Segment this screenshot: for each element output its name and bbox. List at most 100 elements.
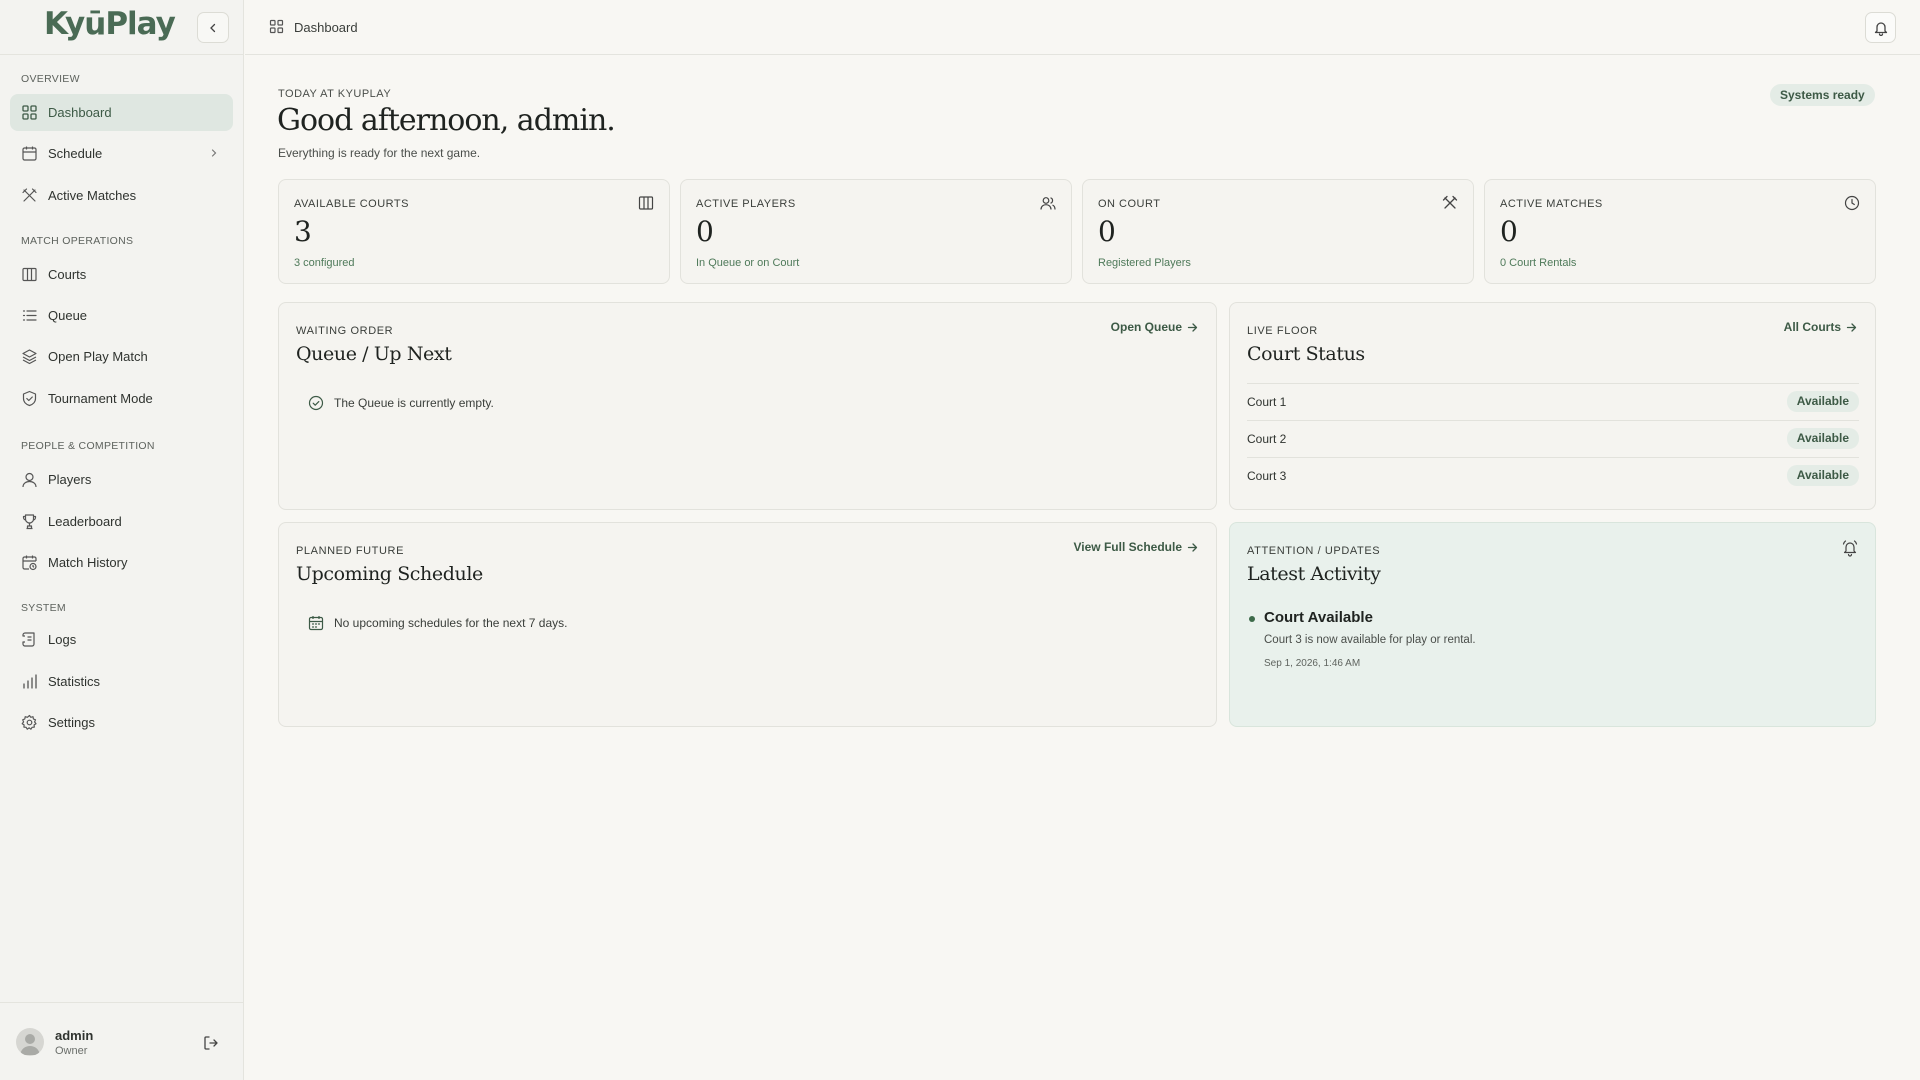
sidebar-item-active-matches[interactable]: Active Matches	[10, 177, 233, 214]
nav-section-overview: OVERVIEW	[21, 73, 80, 85]
sidebar-item-queue[interactable]: Queue	[10, 297, 233, 334]
sidebar-item-label: Logs	[48, 632, 77, 647]
collapse-sidebar-button[interactable]	[197, 12, 229, 43]
sidebar-item-label: Courts	[48, 267, 87, 282]
stat-label: AVAILABLE COURTS	[294, 198, 409, 210]
activity-dot	[1249, 616, 1255, 622]
page-eyebrow: TODAY AT KYUPLAY	[278, 88, 392, 100]
stat-card-available-courts: AVAILABLE COURTS 3 3 configured	[278, 179, 670, 284]
open-queue-link[interactable]: Open Queue	[1111, 320, 1198, 334]
dashboard-grid-icon	[22, 105, 37, 120]
court-status-badge: Available	[1786, 465, 1859, 486]
sidebar-item-label: Active Matches	[48, 188, 137, 203]
sidebar-item-label: Match History	[48, 555, 128, 570]
nav-section-match-operations: MATCH OPERATIONS	[21, 235, 134, 247]
sidebar-item-dashboard[interactable]: Dashboard	[10, 94, 233, 131]
stat-value: 0	[1098, 215, 1116, 248]
sidebar-item-statistics[interactable]: Statistics	[10, 663, 233, 700]
chevron-left-icon	[210, 23, 216, 32]
notifications-button[interactable]	[1865, 12, 1896, 43]
panel-title: Latest Activity	[1247, 563, 1381, 585]
queue-panel: WAITING ORDER Queue / Up Next Open Queue…	[278, 302, 1217, 510]
empty-message: The Queue is currently empty.	[334, 396, 494, 410]
all-courts-link[interactable]: All Courts	[1784, 320, 1857, 334]
stat-subtext: 0 Court Rentals	[1500, 257, 1577, 269]
breadcrumb[interactable]: Dashboard	[294, 20, 358, 35]
sidebar-item-logs[interactable]: Logs	[10, 621, 233, 658]
arrow-right-icon	[1187, 322, 1198, 332]
stat-subtext: Registered Players	[1098, 257, 1191, 269]
chevron-right-icon	[211, 149, 217, 157]
sidebar-item-open-play-match[interactable]: Open Play Match	[10, 338, 233, 375]
activity-title: Court Available	[1264, 609, 1373, 626]
court-columns-icon	[638, 196, 654, 210]
clock-icon	[1844, 195, 1860, 211]
bar-chart-icon	[23, 674, 37, 689]
users-icon	[1040, 197, 1056, 210]
user-avatar-icon	[20, 1034, 40, 1055]
nav-section-system: SYSTEM	[21, 602, 66, 614]
sidebar-item-schedule[interactable]: Schedule	[10, 135, 233, 172]
court-row[interactable]: Court 1 Available	[1247, 383, 1859, 420]
court-status-panel: LIVE FLOOR Court Status All Courts Court…	[1229, 302, 1876, 510]
topbar: Dashboard	[245, 0, 1920, 55]
trophy-icon	[22, 514, 37, 530]
nav-section-people-competition: PEOPLE & COMPETITION	[21, 440, 155, 452]
page-subtitle: Everything is ready for the next game.	[278, 146, 481, 160]
court-columns-icon	[22, 267, 37, 282]
panel-eyebrow: LIVE FLOOR	[1247, 325, 1318, 337]
user-icon	[22, 472, 37, 488]
court-name: Court 3	[1247, 469, 1287, 483]
court-row[interactable]: Court 2 Available	[1247, 420, 1859, 457]
sidebar-item-label: Dashboard	[48, 105, 112, 120]
bell-icon	[1874, 21, 1887, 36]
sidebar-item-label: Tournament Mode	[48, 391, 153, 406]
upcoming-schedule-panel: PLANNED FUTURE Upcoming Schedule View Fu…	[278, 522, 1217, 727]
court-name: Court 2	[1247, 432, 1287, 446]
empty-message: No upcoming schedules for the next 7 day…	[334, 616, 568, 630]
status-badge: Systems ready	[1770, 84, 1875, 106]
sidebar-item-label: Players	[48, 472, 92, 487]
court-name: Court 1	[1247, 395, 1287, 409]
sidebar-item-leaderboard[interactable]: Leaderboard	[10, 503, 233, 540]
stat-value: 0	[696, 215, 714, 248]
sidebar-item-match-history[interactable]: Match History	[10, 544, 233, 581]
dashboard-grid-icon	[269, 19, 284, 34]
brand-header: KyūPlay	[0, 0, 244, 55]
stat-subtext: In Queue or on Court	[696, 257, 800, 269]
sidebar-item-tournament-mode[interactable]: Tournament Mode	[10, 380, 233, 417]
court-status-badge: Available	[1786, 428, 1859, 449]
panel-eyebrow: WAITING ORDER	[296, 325, 394, 337]
logout-icon[interactable]	[202, 1034, 220, 1052]
scroll-icon	[22, 632, 35, 647]
latest-activity-panel: ATTENTION / UPDATES Latest Activity Cour…	[1229, 522, 1876, 727]
sidebar-item-players[interactable]: Players	[10, 461, 233, 498]
calendar-icon	[22, 146, 37, 161]
view-full-schedule-link[interactable]: View Full Schedule	[1074, 540, 1198, 554]
link-label: View Full Schedule	[1073, 540, 1182, 554]
app-logo[interactable]: KyūPlay	[44, 6, 176, 42]
stat-label: ON COURT	[1098, 198, 1161, 210]
crossed-paddles-icon	[1442, 195, 1458, 209]
stat-card-active-matches: ACTIVE MATCHES 0 0 Court Rentals	[1484, 179, 1876, 284]
sidebar-item-settings[interactable]: Settings	[10, 704, 233, 741]
court-row[interactable]: Court 3 Available	[1247, 457, 1859, 494]
avatar[interactable]	[16, 1028, 44, 1056]
gear-icon	[21, 714, 37, 730]
activity-description: Court 3 is now available for play or ren…	[1264, 634, 1476, 646]
panel-title: Upcoming Schedule	[296, 563, 483, 585]
link-label: Open Queue	[1110, 320, 1182, 334]
check-circle-icon	[308, 395, 324, 411]
user-footer: admin Owner	[0, 1002, 244, 1080]
stat-value: 0	[1500, 215, 1518, 248]
shield-check-icon	[22, 390, 37, 407]
arrow-right-icon	[1187, 542, 1198, 552]
stat-card-on-court: ON COURT 0 Registered Players	[1082, 179, 1474, 284]
user-role: Owner	[55, 1045, 88, 1057]
bell-ring-icon[interactable]	[1841, 539, 1859, 557]
stat-label: ACTIVE MATCHES	[1500, 198, 1603, 210]
panel-title: Court Status	[1247, 343, 1365, 365]
stat-value: 3	[294, 215, 312, 248]
sidebar-item-courts[interactable]: Courts	[10, 256, 233, 293]
sidebar-item-label: Schedule	[48, 146, 103, 161]
